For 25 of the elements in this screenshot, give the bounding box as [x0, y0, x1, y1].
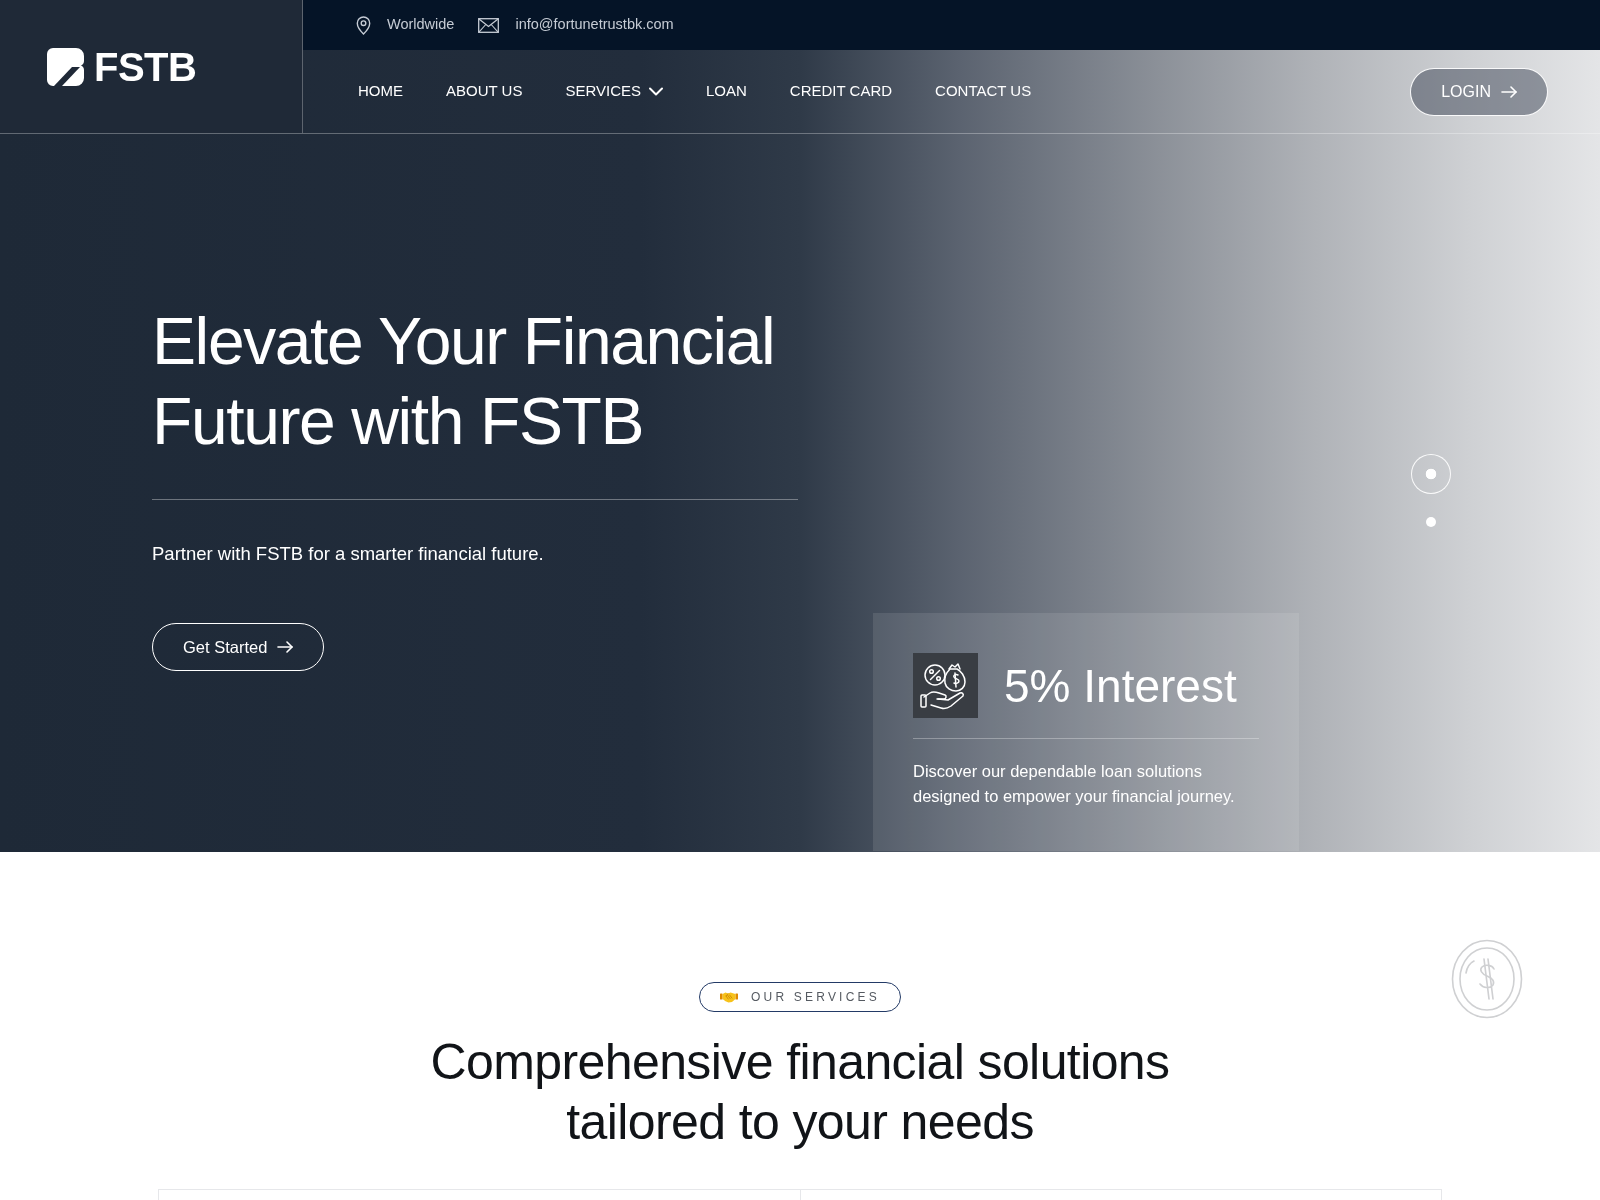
arrow-right-icon: [277, 641, 294, 653]
nav-link[interactable]: LOAN: [706, 80, 747, 103]
arrow-right-icon: [1501, 85, 1517, 98]
section-heading: Comprehensive financial solutions tailored to your needs: [430, 1033, 1170, 1152]
logo-text: FSTB: [94, 46, 197, 87]
envelope-icon: [478, 17, 500, 33]
nav-link[interactable]: HOME: [358, 80, 403, 103]
hero-heading: Elevate Your Financial Future with FSTB: [152, 303, 776, 460]
hero-subtitle: Partner with FSTB for a smarter financial future.: [152, 542, 545, 566]
hand-money-bag-icon: [913, 653, 978, 718]
nav-link[interactable]: SERVICES: [565, 80, 663, 103]
dollar-coin-icon: [1451, 939, 1523, 1019]
card-description: Discover our dependable loan solutions designed to empower your financial journey.: [913, 761, 1236, 807]
logo-icon: [47, 47, 85, 86]
card-title: 5% Interest: [1004, 662, 1237, 709]
slider-dot[interactable]: [1411, 454, 1451, 494]
badge-label: OUR SERVICES: [751, 989, 880, 1006]
slider-dot[interactable]: [1426, 517, 1436, 527]
location-text: Worldwide: [387, 15, 455, 35]
location-pin-icon: [356, 15, 371, 35]
nav-link[interactable]: CONTACT US: [935, 80, 1032, 103]
nav-link[interactable]: ABOUT US: [446, 80, 523, 103]
nav-link[interactable]: CREDIT CARD: [789, 80, 893, 103]
email-link[interactable]: info@fortunetrustbk.com: [515, 14, 674, 36]
handshake-icon: [720, 991, 739, 1003]
